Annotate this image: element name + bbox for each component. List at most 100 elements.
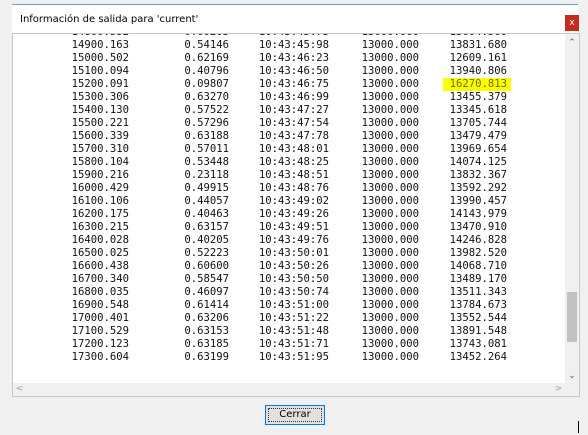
output-cell: 10:43:46:99 xyxy=(258,91,329,103)
output-cell: 15600.339 xyxy=(71,130,129,142)
output-cell: 13000.000 xyxy=(361,78,419,90)
output-cell: 13000.000 xyxy=(361,52,419,64)
output-cell: 0.40796 xyxy=(184,65,229,77)
output-cell: 13511.343 xyxy=(449,286,507,298)
output-cell: 16800.035 xyxy=(71,286,129,298)
output-cell: 10:43:50:50 xyxy=(258,273,329,285)
output-cell: 10:43:51:00 xyxy=(258,299,329,311)
output-cell: 10:43:45:98 xyxy=(258,39,329,51)
output-cell: 13470.910 xyxy=(449,221,507,233)
output-cell: 17000.401 xyxy=(71,312,129,324)
output-row: 15800.104 0.53448 10:43:48:25 13000.000 1407… xyxy=(13,156,565,169)
scroll-right-icon[interactable]: > xyxy=(552,383,565,396)
output-cell: 0.52223 xyxy=(184,247,229,259)
output-cell: 13000.000 xyxy=(361,91,419,103)
output-row: 16500.025 0.52223 10:43:50:01 13000.000 1398… xyxy=(13,247,565,260)
output-cell: 0.23118 xyxy=(184,169,229,181)
output-rows: 14800.5920.6020310:43:45:7313000.0001366… xyxy=(13,34,565,364)
output-cell: 0.63206 xyxy=(184,312,229,324)
output-cell: 0.40205 xyxy=(184,234,229,246)
output-cell: 13831.680 xyxy=(449,39,507,51)
output-row: 15000.502 0.62169 10:43:46:23 13000.000 1260… xyxy=(13,52,565,65)
output-cell: 16600.438 xyxy=(71,260,129,272)
output-cell: 10:43:47:54 xyxy=(258,117,329,129)
output-row: 15100.094 0.40796 10:43:46:50 13000.000 1394… xyxy=(13,65,565,78)
output-cell: 15000.502 xyxy=(71,52,129,64)
output-cell: 13489.170 xyxy=(449,273,507,285)
output-cell: 0.63153 xyxy=(184,325,229,337)
output-cell: 13891.548 xyxy=(449,325,507,337)
output-cell: 10:43:49:26 xyxy=(258,208,329,220)
scroll-up-icon[interactable]: ⌃ xyxy=(565,36,579,50)
output-cell: 14246.828 xyxy=(449,234,507,246)
output-cell: 14143.979 xyxy=(449,208,507,220)
output-text-area[interactable]: 14800.5920.6020310:43:45:7313000.0001366… xyxy=(13,34,565,383)
output-cell: 13000.000 xyxy=(361,39,419,51)
output-cell: 0.57522 xyxy=(184,104,229,116)
scroll-left-icon[interactable]: < xyxy=(13,383,26,396)
output-row: 16300.215 0.63157 10:43:49:51 13000.000 1347… xyxy=(13,221,565,234)
vertical-scroll-thumb[interactable] xyxy=(567,292,577,342)
output-cell: 10:43:46:23 xyxy=(258,52,329,64)
output-cell: 10:43:50:26 xyxy=(258,260,329,272)
output-cell: 16900.548 xyxy=(71,299,129,311)
output-row: 15900.216 0.23118 10:43:48:51 13000.000 1383… xyxy=(13,169,565,182)
output-cell: 15900.216 xyxy=(71,169,129,181)
output-cell: 10:43:48:51 xyxy=(258,169,329,181)
horizontal-scrollbar[interactable]: < > xyxy=(13,383,565,396)
output-cell: 13000.000 xyxy=(361,286,419,298)
output-cell: 10:43:51:22 xyxy=(258,312,329,324)
output-cell: 13705.744 xyxy=(449,117,507,129)
output-cell: 0.46097 xyxy=(184,286,229,298)
output-cell: 0.57011 xyxy=(184,143,229,155)
output-cell: 17100.529 xyxy=(71,325,129,337)
output-cell: 17300.604 xyxy=(71,351,129,363)
output-cell: 13000.000 xyxy=(361,182,419,194)
output-cell: 13455.379 xyxy=(449,91,507,103)
output-cell: 15400.130 xyxy=(71,104,129,116)
close-icon[interactable]: x xyxy=(565,15,579,31)
output-row: 16600.438 0.60600 10:43:50:26 13000.000 1406… xyxy=(13,260,565,273)
output-cell: 13000.000 xyxy=(361,104,419,116)
output-row: 16400.028 0.40205 10:43:49:76 13000.000 1424… xyxy=(13,234,565,247)
output-cell: 15700.310 xyxy=(71,143,129,155)
output-cell: 15300.306 xyxy=(71,91,129,103)
output-row: 16700.340 0.58547 10:43:50:50 13000.000 1348… xyxy=(13,273,565,286)
output-cell: 13000.000 xyxy=(361,221,419,233)
output-cell: 0.60600 xyxy=(184,260,229,272)
output-cell: 13479.479 xyxy=(449,130,507,142)
output-cell: 14068.710 xyxy=(449,260,507,272)
output-cell: 10:43:46:50 xyxy=(258,65,329,77)
output-cell: 13592.292 xyxy=(449,182,507,194)
output-cell: 13940.806 xyxy=(449,65,507,77)
output-row: 17000.401 0.63206 10:43:51:22 13000.000 1355… xyxy=(13,312,565,325)
output-cell: 13000.000 xyxy=(361,273,419,285)
output-cell: 0.62169 xyxy=(184,52,229,64)
output-cell: 16000.429 xyxy=(71,182,129,194)
output-cell: 16700.340 xyxy=(71,273,129,285)
vertical-scrollbar[interactable]: ⌃ ⌄ xyxy=(565,34,579,383)
output-cell: 13000.000 xyxy=(361,117,419,129)
close-button[interactable]: Cerrar xyxy=(265,405,325,425)
close-button-focus-ring xyxy=(268,408,322,422)
output-cell: 13345.618 xyxy=(449,104,507,116)
output-cell: 13000.000 xyxy=(361,143,419,155)
output-cell: 13552.544 xyxy=(449,312,507,324)
output-cell: 13000.000 xyxy=(361,351,419,363)
output-cell: 16200.175 xyxy=(71,208,129,220)
output-cell: 13000.000 xyxy=(361,156,419,168)
output-cell: 13000.000 xyxy=(361,65,419,77)
output-row: 14900.163 0.54146 10:43:45:98 13000.000 1383… xyxy=(13,39,565,52)
output-cell: 13000.000 xyxy=(361,234,419,246)
output-cell: 13000.000 xyxy=(361,208,419,220)
scrollbar-corner xyxy=(565,383,579,396)
output-cell: 13000.000 xyxy=(361,312,419,324)
output-cell: 14074.125 xyxy=(449,156,507,168)
output-row: 16100.106 0.44057 10:43:49:02 13000.000 1399… xyxy=(13,195,565,208)
highlighted-value: 16270.813 xyxy=(449,78,507,90)
scroll-down-icon[interactable]: ⌄ xyxy=(565,369,579,383)
title-bar[interactable]: Información de salida para 'current' x xyxy=(12,5,579,33)
output-cell: 0.63188 xyxy=(184,130,229,142)
output-cell: 13982.520 xyxy=(449,247,507,259)
output-cell: 0.54146 xyxy=(184,39,229,51)
